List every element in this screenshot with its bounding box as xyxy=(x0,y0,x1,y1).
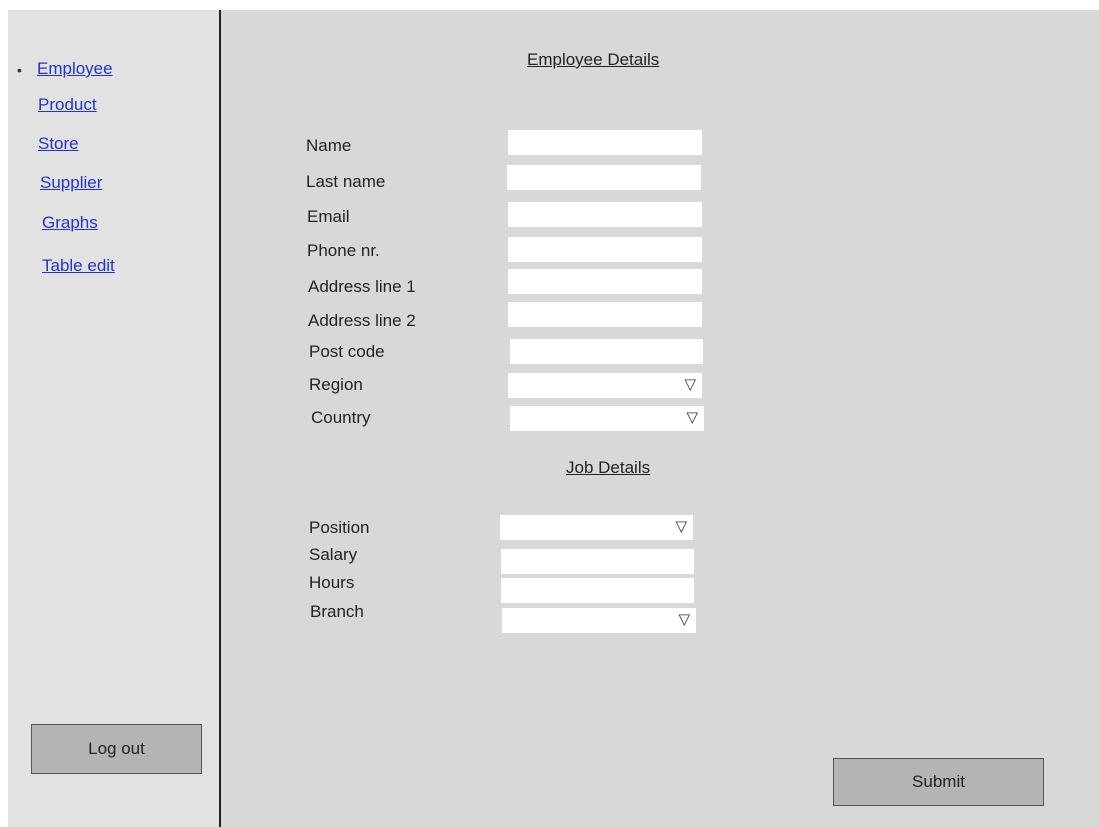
sidebar-item-product[interactable]: Product xyxy=(38,95,97,115)
phone-label: Phone nr. xyxy=(307,241,380,260)
address-line-2-field[interactable] xyxy=(508,302,702,327)
chevron-down-icon: ▽ xyxy=(684,375,696,393)
address-line-1-input[interactable] xyxy=(508,269,702,294)
country-label: Country xyxy=(311,408,371,427)
address-line-1-field[interactable] xyxy=(508,269,702,294)
logout-button[interactable]: Log out xyxy=(31,724,202,774)
chevron-down-icon: ▽ xyxy=(686,408,698,426)
sidebar xyxy=(8,10,219,827)
sidebar-divider xyxy=(219,10,221,827)
name-field[interactable] xyxy=(508,130,702,155)
email-label: Email xyxy=(307,207,350,226)
sidebar-item-graphs[interactable]: Graphs xyxy=(42,213,98,233)
post-code-label: Post code xyxy=(309,342,385,361)
submit-button[interactable]: Submit xyxy=(833,758,1044,806)
hours-label: Hours xyxy=(309,573,355,592)
post-code-field[interactable] xyxy=(510,339,703,364)
post-code-input[interactable] xyxy=(510,339,703,364)
branch-select[interactable]: ▽ xyxy=(502,608,696,633)
sidebar-item-supplier[interactable]: Supplier xyxy=(40,173,102,193)
address-line-2-label: Address line 2 xyxy=(308,311,416,330)
last-name-label: Last name xyxy=(306,172,386,191)
region-label: Region xyxy=(309,375,363,394)
salary-field[interactable] xyxy=(501,549,694,574)
email-input[interactable] xyxy=(508,202,702,227)
phone-field[interactable] xyxy=(508,237,702,262)
salary-label: Salary xyxy=(309,545,358,564)
employee-details-heading: Employee Details xyxy=(527,50,660,69)
name-label: Name xyxy=(306,136,352,155)
address-line-2-input[interactable] xyxy=(508,302,702,327)
salary-input[interactable] xyxy=(501,549,694,574)
position-label: Position xyxy=(309,518,370,537)
branch-label: Branch xyxy=(310,602,364,621)
sidebar-item-employee[interactable]: Employee xyxy=(37,59,113,79)
sidebar-item-store[interactable]: Store xyxy=(38,134,79,154)
address-line-1-label: Address line 1 xyxy=(308,277,416,296)
region-select[interactable]: ▽ xyxy=(508,373,702,398)
selected-bullet-icon: • xyxy=(17,62,22,78)
hours-field[interactable] xyxy=(501,578,694,603)
email-field[interactable] xyxy=(508,202,702,227)
name-input[interactable] xyxy=(508,130,702,155)
sidebar-item-table-edit[interactable]: Table edit xyxy=(42,256,115,276)
job-details-heading: Job Details xyxy=(566,458,651,477)
phone-input[interactable] xyxy=(508,237,702,262)
position-select[interactable]: ▽ xyxy=(500,515,693,540)
chevron-down-icon: ▽ xyxy=(678,610,690,628)
chevron-down-icon: ▽ xyxy=(675,517,687,535)
hours-input[interactable] xyxy=(501,578,694,603)
country-select[interactable]: ▽ xyxy=(510,406,704,431)
last-name-input[interactable] xyxy=(507,165,701,190)
last-name-field[interactable] xyxy=(507,165,701,190)
